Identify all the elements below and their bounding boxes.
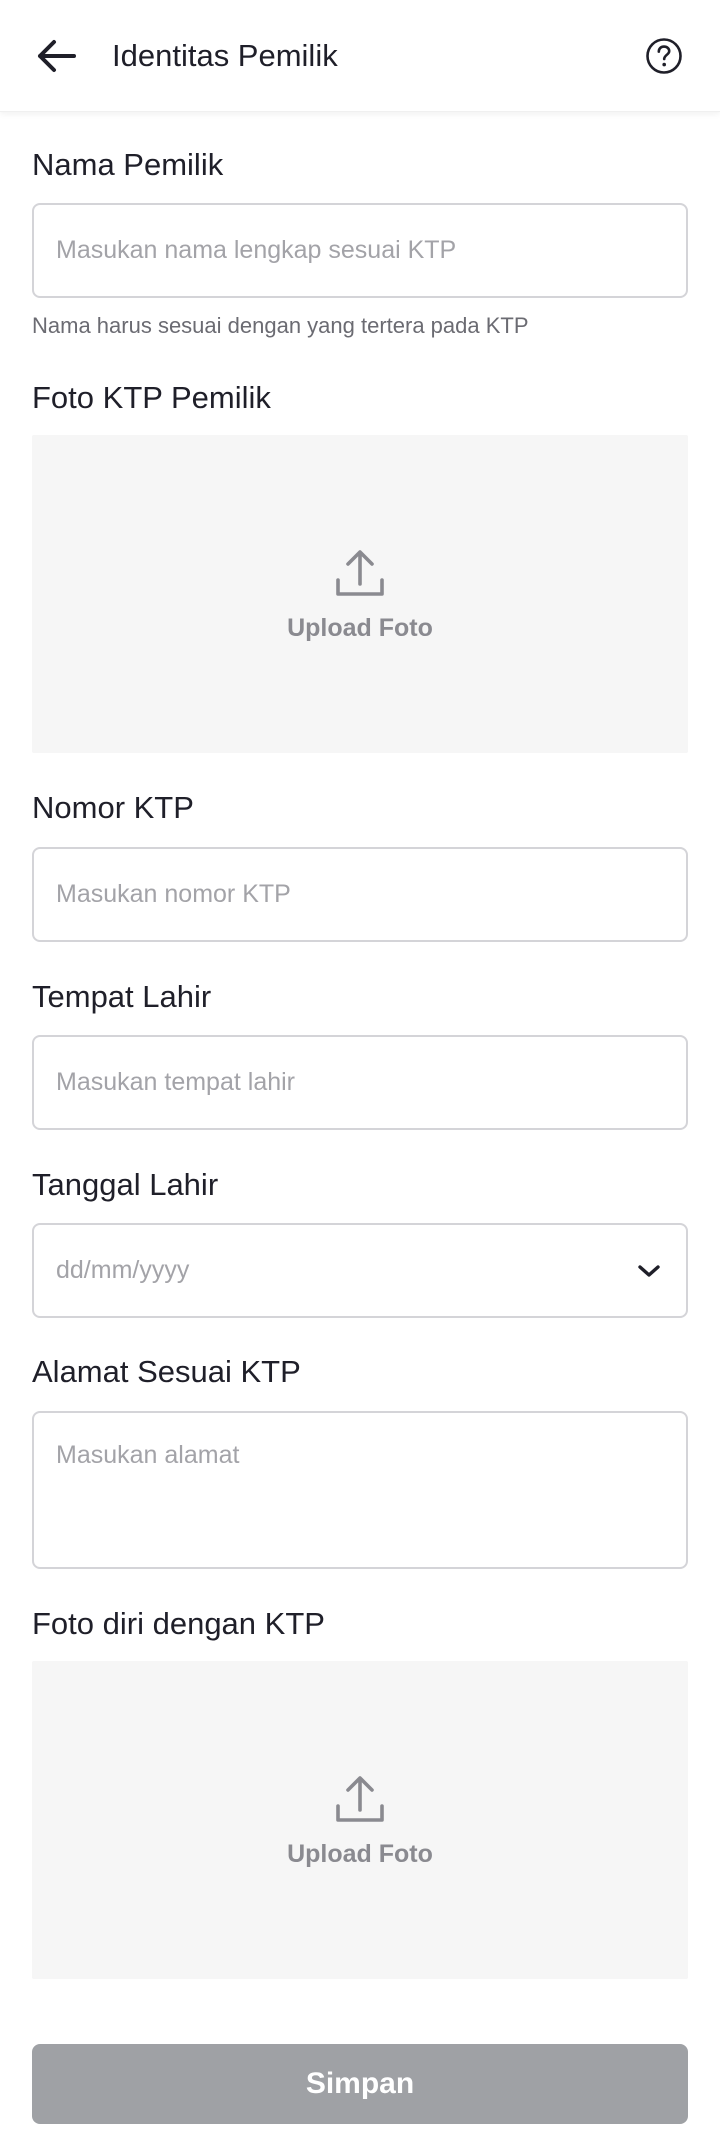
save-button[interactable]: Simpan <box>32 2044 688 2124</box>
birth-place-label: Tempat Lahir <box>32 979 212 1014</box>
address-label: Alamat Sesuai KTP <box>32 1354 301 1389</box>
chevron-down-icon <box>638 1264 660 1277</box>
birth-place-input[interactable] <box>56 1068 664 1097</box>
help-button[interactable] <box>644 36 684 76</box>
owner-name-label: Nama Pemilik <box>32 147 224 182</box>
selfie-photo-upload[interactable]: Upload Foto <box>32 1661 688 1979</box>
question-circle-icon <box>646 38 682 74</box>
birth-date-placeholder: dd/mm/yyyy <box>56 1256 190 1284</box>
ktp-number-field <box>32 847 688 942</box>
ktp-photo-upload[interactable]: Upload Foto <box>32 435 688 753</box>
back-button[interactable] <box>30 33 82 79</box>
owner-name-input[interactable] <box>56 236 664 265</box>
app-bar: Identitas Pemilik <box>0 0 720 112</box>
birth-date-label: Tanggal Lahir <box>32 1167 219 1202</box>
ktp-photo-upload-label: Upload Foto <box>287 613 433 642</box>
upload-icon <box>336 1775 384 1822</box>
address-textarea[interactable] <box>56 1413 664 1567</box>
arrow-left-icon <box>38 40 76 72</box>
owner-name-helper: Nama harus sesuai dengan yang tertera pa… <box>32 313 529 338</box>
upload-icon <box>336 549 384 596</box>
ktp-number-input[interactable] <box>56 880 664 909</box>
selfie-photo-label: Foto diri dengan KTP <box>32 1606 325 1641</box>
address-field <box>32 1411 688 1569</box>
selfie-photo-upload-label: Upload Foto <box>287 1839 433 1868</box>
ktp-photo-label: Foto KTP Pemilik <box>32 380 271 415</box>
birth-place-field <box>32 1035 688 1130</box>
birth-date-select[interactable]: dd/mm/yyyy <box>32 1223 688 1318</box>
owner-name-field <box>32 203 688 298</box>
page-title: Identitas Pemilik <box>112 38 338 73</box>
ktp-number-label: Nomor KTP <box>32 790 194 825</box>
